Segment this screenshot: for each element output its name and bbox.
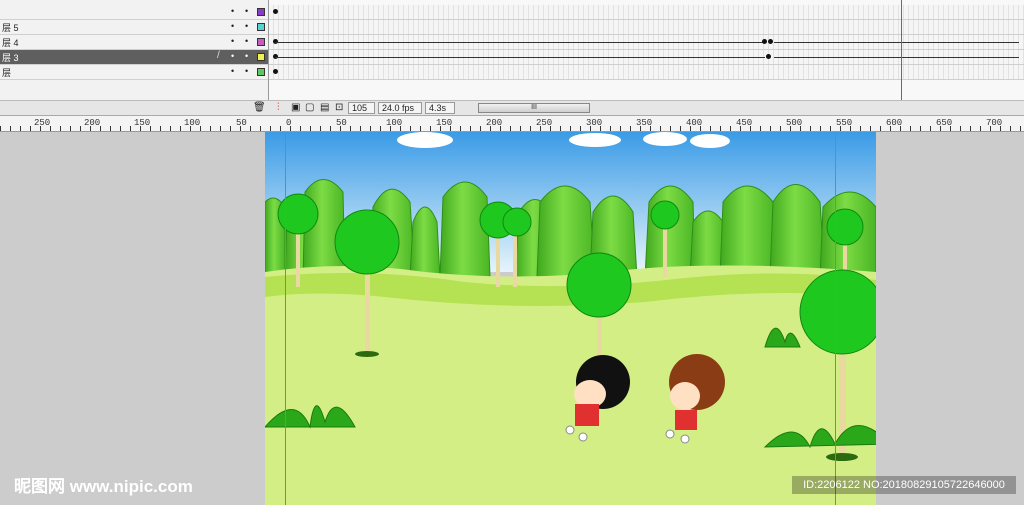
layer-name: 层 xyxy=(2,68,12,78)
frame-row[interactable] xyxy=(269,35,1024,50)
ruler-label: 250 xyxy=(536,118,553,128)
onion-skin-outline-icon[interactable]: ▢ xyxy=(305,102,314,114)
edit-multiple-frames-icon[interactable]: ▤ xyxy=(320,102,329,114)
outline-color-swatch[interactable] xyxy=(257,38,265,46)
guide-line[interactable] xyxy=(285,132,286,505)
outline-color-swatch[interactable] xyxy=(257,53,265,61)
layer-row-selected[interactable]: 层 3 / • • xyxy=(0,50,268,65)
timeline-panel: • • 层 5 • • 层 4 • • 层 3 / • • 层 • • xyxy=(0,0,1024,102)
ruler-label: 300 xyxy=(586,118,603,128)
outline-color-swatch[interactable] xyxy=(257,23,265,31)
layer-name: 层 4 xyxy=(2,38,19,48)
ruler-label: 0 xyxy=(286,118,292,128)
outline-color-swatch[interactable] xyxy=(257,68,265,76)
onion-markers-icon[interactable]: ⊡ xyxy=(335,102,343,114)
lock-dot-icon[interactable]: • xyxy=(245,6,248,16)
lock-dot-icon[interactable]: • xyxy=(245,51,248,61)
elapsed-time: 4.3s xyxy=(425,102,455,114)
frame-grid[interactable] xyxy=(269,0,1024,102)
playhead[interactable] xyxy=(901,0,902,102)
keyframe[interactable] xyxy=(273,9,278,14)
watermark-logo: 昵图网 www.nipic.com xyxy=(14,477,193,496)
layer-row[interactable]: 层 • • xyxy=(0,65,268,80)
ruler-ticks xyxy=(0,126,1024,131)
center-frame-icon[interactable]: ⫶ xyxy=(277,102,280,114)
ruler-label: 500 xyxy=(786,118,803,128)
frame-row[interactable] xyxy=(269,20,1024,35)
ruler-label: 600 xyxy=(886,118,903,128)
layer-row[interactable]: 层 4 • • xyxy=(0,35,268,50)
ruler-label: 700 xyxy=(986,118,1003,128)
outline-color-swatch[interactable] xyxy=(257,8,265,16)
visibility-dot-icon[interactable]: • xyxy=(231,51,234,61)
layer-list: • • 层 5 • • 层 4 • • 层 3 / • • 层 • • xyxy=(0,0,269,102)
ruler-label: 650 xyxy=(936,118,953,128)
lock-dot-icon[interactable]: • xyxy=(245,66,248,76)
ruler-label: 200 xyxy=(84,118,101,128)
ruler-label: 100 xyxy=(386,118,403,128)
timeline-horizontal-scrollbar[interactable]: III xyxy=(478,103,590,113)
keyframe[interactable] xyxy=(766,54,771,59)
layer-row[interactable]: 层 5 • • xyxy=(0,20,268,35)
current-frame: 105 xyxy=(348,102,375,114)
keyframe[interactable] xyxy=(762,39,767,44)
ruler-label: 550 xyxy=(836,118,853,128)
visibility-dot-icon[interactable]: • xyxy=(231,21,234,31)
stage-canvas[interactable] xyxy=(265,132,876,505)
horizontal-ruler: 250 200 150 100 50 0 50 100 150 200 250 … xyxy=(0,116,1024,132)
trash-icon[interactable]: 🗑 xyxy=(253,102,266,114)
ruler-label: 100 xyxy=(184,118,201,128)
frame-row[interactable] xyxy=(269,50,1024,65)
motion-tween xyxy=(275,42,765,43)
ruler-label: 50 xyxy=(236,118,247,128)
visibility-dot-icon[interactable]: • xyxy=(231,6,234,16)
onion-skin-icon[interactable]: ▣ xyxy=(291,102,300,114)
motion-tween xyxy=(275,57,765,58)
layer-name: 层 5 xyxy=(2,23,19,33)
frame-rate: 24.0 fps xyxy=(378,102,422,114)
motion-tween xyxy=(774,42,1019,43)
lock-dot-icon[interactable]: • xyxy=(245,21,248,31)
frame-row[interactable] xyxy=(269,65,1024,80)
visibility-dot-icon[interactable]: • xyxy=(231,36,234,46)
pencil-icon: / xyxy=(217,50,220,61)
ruler-label: 150 xyxy=(436,118,453,128)
scene-illustration xyxy=(265,132,876,505)
layer-row[interactable]: • • xyxy=(0,5,268,20)
frame-row[interactable] xyxy=(269,5,1024,20)
watermark-id: ID:2206122 NO:20180829105722646000 xyxy=(792,476,1016,494)
keyframe[interactable] xyxy=(768,39,773,44)
timeline-toolbar: 🗑 ⫶ ▣ ▢ ▤ ⊡ 105 24.0 fps 4.3s III xyxy=(0,100,1024,116)
ruler-label: 450 xyxy=(736,118,753,128)
ruler-label: 50 xyxy=(336,118,347,128)
layer-name: 层 3 xyxy=(2,53,19,63)
visibility-dot-icon[interactable]: • xyxy=(231,66,234,76)
ruler-label: 400 xyxy=(686,118,703,128)
guide-line[interactable] xyxy=(835,132,836,505)
scrollbar-thumb[interactable]: III xyxy=(479,104,589,112)
ruler-label: 150 xyxy=(134,118,151,128)
ruler-label: 350 xyxy=(636,118,653,128)
ruler-label: 200 xyxy=(486,118,503,128)
ruler-label: 250 xyxy=(34,118,51,128)
motion-tween xyxy=(774,57,1019,58)
lock-dot-icon[interactable]: • xyxy=(245,36,248,46)
keyframe[interactable] xyxy=(273,69,278,74)
